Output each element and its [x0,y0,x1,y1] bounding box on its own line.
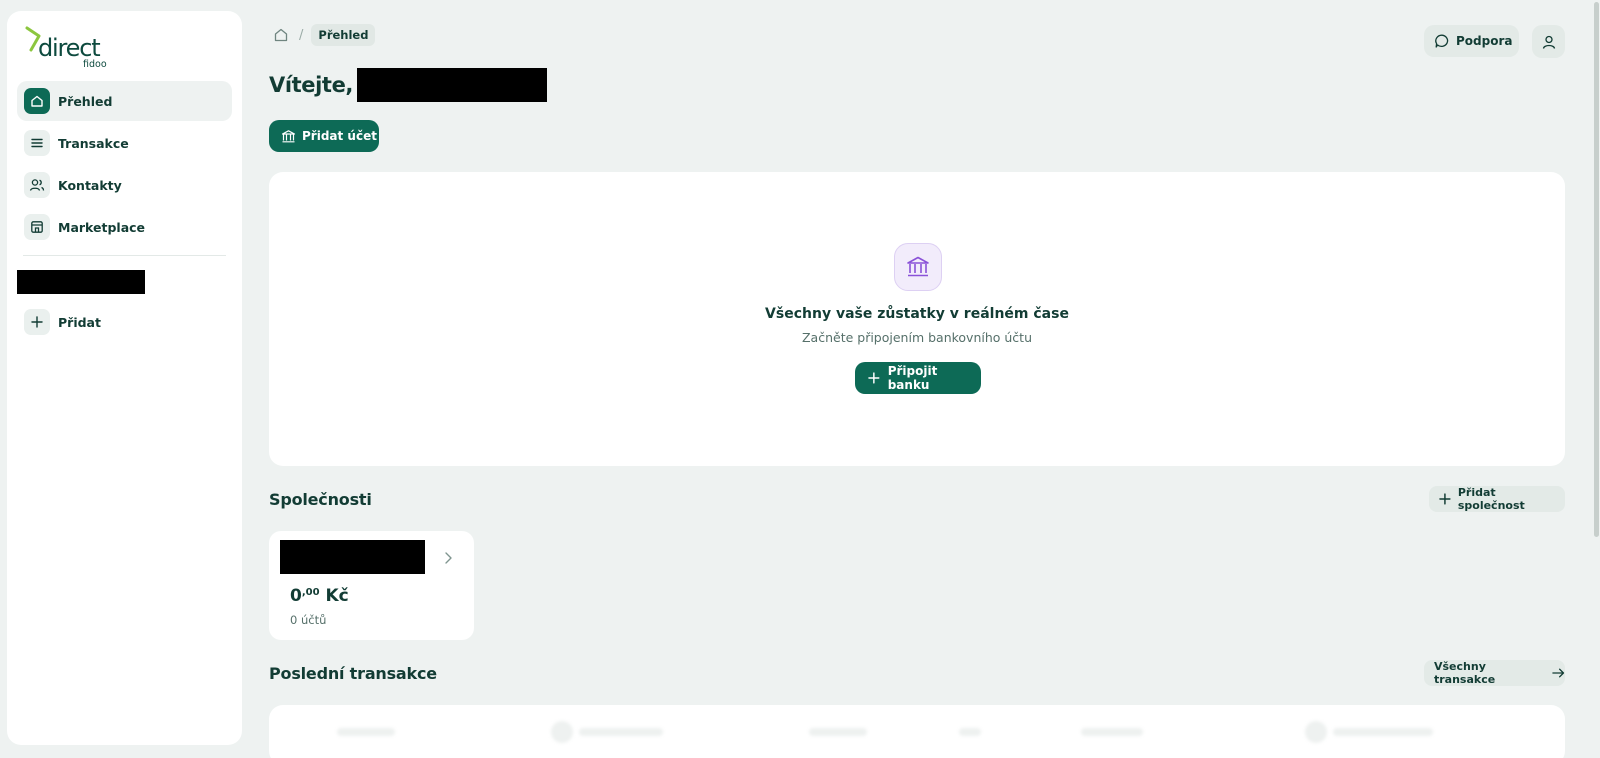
skeleton-bar [579,728,663,736]
connect-bank-label: Připojit banku [887,364,938,392]
marketplace-icon [24,214,50,240]
bank-icon [281,129,296,142]
redacted-company[interactable] [17,270,145,294]
empty-state-title: Všechny vaše zůstatky v reálném čase [765,306,1069,322]
sidebar-item-label: Transakce [58,135,129,151]
list-icon [24,130,50,156]
add-account-button[interactable]: Přidat účet [269,120,379,152]
skeleton-avatar [551,721,573,743]
balance-main: 0 [290,586,302,606]
arrow-right-icon [1551,668,1564,678]
skeleton-bar [1333,728,1433,736]
companies-section-title: Společnosti [269,490,372,509]
redacted-company-name [280,540,425,574]
balance-currency: Kč [325,586,349,606]
breadcrumb-home-icon[interactable] [271,25,291,45]
chat-icon [1435,34,1449,48]
user-menu-button[interactable] [1532,25,1565,58]
skeleton-bar [337,728,395,736]
page-scrollbar[interactable] [1594,2,1599,537]
plus-icon [24,309,50,335]
sidebar-item-label: Přidat [58,314,101,330]
plus-icon [868,372,880,384]
logo-wordmark: direct [38,34,101,62]
user-icon [1542,35,1555,49]
home-icon [24,88,50,114]
skeleton-bar [1081,728,1143,736]
sidebar-item-label: Přehled [58,93,113,109]
sidebar-item-label: Kontakty [58,177,122,193]
breadcrumb-current: Přehled [311,24,376,46]
transactions-section-title: Poslední transakce [269,664,437,683]
company-accounts-count: 0 účtů [290,613,327,627]
company-card[interactable]: 0,00 Kč 0 účtů [269,531,474,640]
sidebar-item-label: Marketplace [58,219,146,235]
sidebar-divider [23,255,226,256]
all-transactions-label: Všechny transakce [1434,660,1496,686]
contacts-icon [24,172,50,198]
bank-icon [894,243,942,291]
logo-subtext: fidoo [83,59,107,70]
transactions-table-placeholder [269,705,1565,758]
sidebar-item-kontakty[interactable]: Kontakty [17,165,232,205]
fidoo-direct-logo[interactable]: direct fidoo [25,26,125,74]
sidebar-item-marketplace[interactable]: Marketplace [17,207,232,247]
sidebar-item-transakce[interactable]: Transakce [17,123,232,163]
balance-decimal: ,00 [301,587,320,598]
add-company-label: Přidat společnost [1457,486,1525,512]
page-title: Vítejte, [269,73,353,97]
sidebar: direct fidoo Přehled Transakce Kontakty [7,11,242,745]
support-label: Podpora [1456,34,1513,48]
sidebar-item-add[interactable]: Přidat [17,302,232,342]
all-transactions-button[interactable]: Všechny transakce [1424,660,1565,686]
plus-icon [1439,493,1451,505]
welcome-heading: Vítejte, [269,68,547,102]
support-button[interactable]: Podpora [1424,25,1519,57]
skeleton-bar [959,728,981,736]
company-balance: 0,00 Kč [290,586,349,606]
breadcrumb: / Přehled [271,24,376,46]
add-company-button[interactable]: Přidat společnost [1429,486,1565,512]
empty-state-subtitle: Začněte připojením bankovního účtu [801,330,1033,345]
balances-empty-state: Všechny vaše zůstatky v reálném čase Zač… [269,172,1565,466]
breadcrumb-separator: / [299,27,304,43]
chevron-right-icon [445,552,452,564]
redacted-user-name [357,68,547,102]
sidebar-nav: Přehled Transakce Kontakty Marketplace P… [17,81,232,344]
skeleton-bar [809,728,867,736]
add-account-label: Přidat účet [302,129,377,143]
sidebar-item-prehled[interactable]: Přehled [17,81,232,121]
skeleton-avatar [1305,721,1327,743]
connect-bank-button[interactable]: Připojit banku [855,362,981,394]
